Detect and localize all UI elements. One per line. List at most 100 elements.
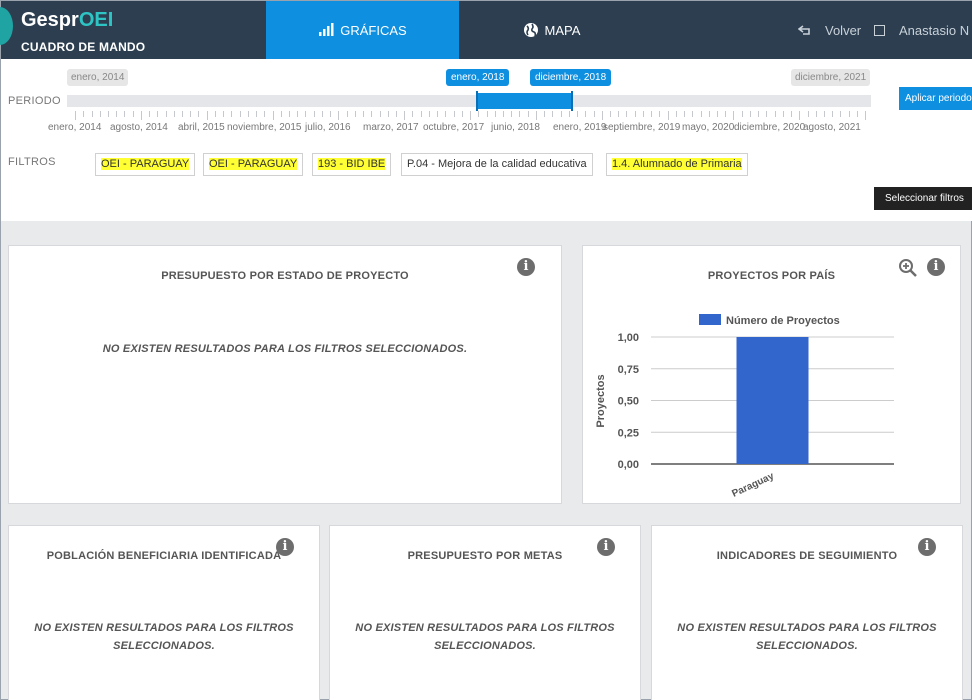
slider-tick [552, 111, 554, 117]
slider-tick [815, 111, 817, 117]
filter-chip[interactable]: OEI - PARAGUAY [95, 153, 196, 176]
filter-chip[interactable]: OEI - PARAGUAY [203, 153, 304, 176]
slider-tick [173, 111, 175, 117]
slider-tick [799, 111, 801, 120]
info-icon[interactable]: i [918, 538, 936, 556]
card-presupuesto-estado: PRESUPUESTO POR ESTADO DE PROYECTO NO EX… [8, 245, 562, 504]
slider-tick [651, 111, 653, 117]
period-slider-track[interactable] [67, 95, 871, 107]
slider-tick [865, 111, 867, 120]
slider-tick [527, 111, 529, 117]
info-icon[interactable]: i [517, 258, 535, 276]
info-icon[interactable]: i [597, 538, 615, 556]
slider-tick [132, 111, 134, 117]
y-tick-label: 0,50 [618, 396, 639, 408]
tab-mapa[interactable]: MAPA [459, 1, 644, 59]
user-name: Anastasio N [899, 22, 970, 38]
tick-label: mayo, 2020 [682, 122, 735, 133]
card-title: PRESUPUESTO POR ESTADO DE PROYECTO [161, 270, 409, 282]
slider-tick [856, 111, 858, 117]
slider-tick [124, 111, 126, 117]
chart-legend: Número de Proyectos [699, 314, 840, 327]
slider-tick [766, 111, 768, 117]
slider-tick [231, 111, 233, 117]
slider-tick [140, 111, 142, 120]
slider-handle-end[interactable] [571, 91, 573, 111]
slider-tick [503, 111, 504, 117]
slider-tick [544, 111, 546, 117]
user-menu[interactable]: Anastasio N [874, 1, 969, 59]
tick-label: julio, 2016 [305, 122, 351, 133]
bar-paraguay[interactable] [736, 337, 809, 464]
app-logo[interactable]: GesprOEI [21, 9, 113, 32]
no-results-message-line1: NO EXISTEN RESULTADOS PARA LOS FILTROS [355, 622, 615, 634]
back-link[interactable]: Volver [798, 1, 861, 59]
card-presupuesto-metas: PRESUPUESTO POR METAS i NO EXISTEN RESUL… [329, 525, 641, 700]
tick-label: octubre, 2017 [423, 122, 485, 133]
slider-tick [478, 111, 480, 117]
slider-tick [511, 111, 513, 117]
tick-label: agosto, 2014 [110, 122, 168, 133]
slider-handle-start[interactable] [476, 91, 478, 111]
slider-tick [412, 111, 414, 117]
slider-tick [289, 111, 290, 117]
slider-tick [675, 111, 677, 117]
slider-tick [75, 111, 76, 120]
slider-tick [330, 111, 332, 117]
slider-tick [725, 111, 727, 117]
back-arrow-icon [798, 25, 810, 35]
card-proyectos-pais: PROYECTOS POR PAÍS i 0,00 0,25 0,50 0,75 1,0… [582, 245, 961, 504]
back-label: Volver [825, 22, 862, 38]
chart-bars: Paraguay [730, 337, 809, 500]
slider-tick [741, 111, 743, 117]
slider-tick [305, 111, 307, 117]
slider-tick [519, 111, 521, 117]
tab-graficas[interactable]: GRÁFICAS [266, 1, 459, 59]
slider-tick [807, 111, 809, 117]
slider-tick [256, 111, 258, 117]
slider-tick [404, 111, 406, 120]
bar-chart-icon [319, 23, 334, 36]
tab-graficas-label: GRÁFICAS [340, 22, 407, 38]
no-results-message-line1: NO EXISTEN RESULTADOS PARA LOS FILTROS [677, 622, 937, 634]
range-end-label: diciembre, 2021 [791, 69, 871, 86]
slider-tick [428, 111, 430, 117]
card-indicadores: INDICADORES DE SEGUIMIENTO i NO EXISTEN … [651, 525, 963, 700]
slider-tick [659, 111, 661, 117]
slider-tick [840, 111, 842, 117]
logo-accent: OEI [78, 9, 114, 31]
legend-label: Número de Proyectos [726, 315, 840, 327]
apply-period-button[interactable]: Aplicar periodo [899, 87, 972, 110]
slider-tick [149, 111, 151, 117]
slider-tick [832, 111, 834, 117]
tick-label: enero, 2014 [48, 122, 102, 133]
slider-tick [396, 111, 397, 117]
filtros-label: FILTROS [8, 156, 56, 168]
slider-tick [116, 111, 118, 117]
slider-tick [601, 111, 603, 120]
info-icon[interactable]: i [276, 538, 294, 556]
period-slider-selection[interactable] [477, 93, 573, 109]
slider-tick [560, 111, 562, 117]
slider-tick [774, 111, 776, 117]
filter-chip-label: 193 - BID IBE [318, 158, 386, 170]
slider-tick [354, 111, 356, 117]
select-filters-button[interactable]: Seleccionar filtros [874, 187, 972, 210]
slider-tick [445, 111, 447, 117]
filter-chip[interactable]: 1.4. Alumnado de Primaria [606, 153, 748, 176]
slider-tick [371, 111, 373, 117]
x-tick-label: Paraguay [730, 471, 776, 500]
slider-tick [684, 111, 685, 117]
slider-tick [626, 111, 628, 117]
slider-tick [716, 111, 718, 117]
filter-chip[interactable]: 193 - BID IBE [312, 153, 392, 176]
no-results-message-line2: SELECCIONADOS. [434, 640, 536, 652]
selected-end-label: diciembre, 2018 [530, 69, 612, 86]
slider-tick [99, 111, 101, 117]
slider-tick [264, 111, 266, 117]
card-title: POBLACIÓN BENEFICIARIA IDENTIFICADA [46, 550, 282, 562]
slider-tick [437, 111, 439, 117]
tick-label: enero, 2019 [553, 122, 607, 133]
y-axis-label: Proyectos [595, 374, 607, 427]
filter-chip[interactable]: P.04 - Mejora de la calidad educativa [401, 153, 593, 176]
